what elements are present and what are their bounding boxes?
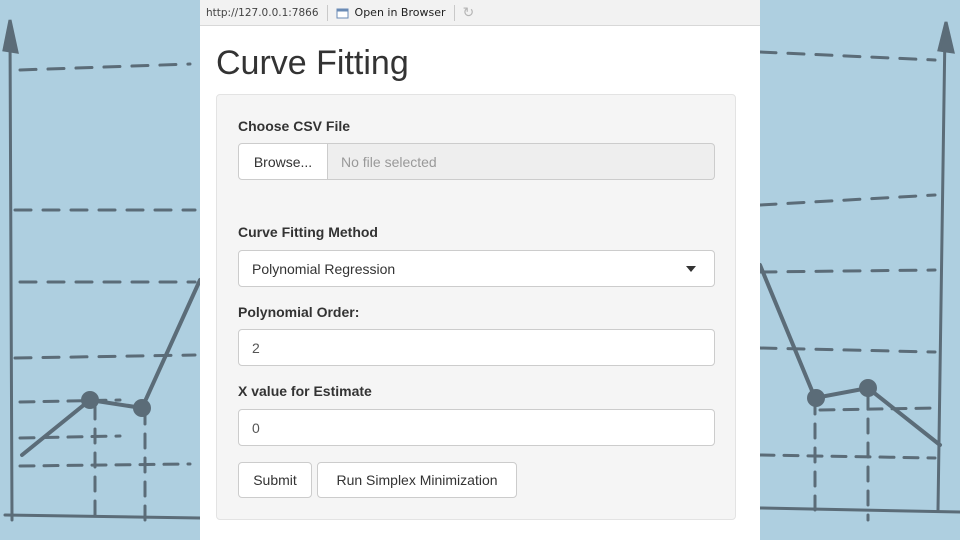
method-select-value: Polynomial Regression <box>252 260 396 277</box>
browser-toolbar: http://127.0.0.1:7866 Open in Browser ↻ <box>200 0 760 26</box>
page-title: Curve Fitting <box>216 44 409 82</box>
decorative-sketch-left <box>2 19 200 522</box>
open-in-browser-button[interactable]: Open in Browser <box>336 6 446 19</box>
browse-button[interactable]: Browse... <box>238 143 328 180</box>
url-text: http://127.0.0.1:7866 <box>206 6 319 19</box>
csv-file-label: Choose CSV File <box>238 118 351 134</box>
open-in-browser-label: Open in Browser <box>354 6 446 19</box>
file-input-group: Browse... No file selected <box>238 143 715 180</box>
toolbar-divider-2 <box>453 4 455 21</box>
app-window: http://127.0.0.1:7866 Open in Browser ↻ … <box>200 0 760 540</box>
submit-button[interactable]: Submit <box>238 462 312 498</box>
x-estimate-input[interactable]: 0 <box>238 409 715 446</box>
refresh-icon[interactable]: ↻ <box>463 4 475 21</box>
external-window-icon <box>336 8 349 18</box>
polynomial-order-label: Polynomial Order: <box>238 304 360 320</box>
file-status-field[interactable]: No file selected <box>328 143 715 180</box>
decorative-sketch-right <box>760 21 960 522</box>
toolbar-divider <box>326 4 328 21</box>
x-estimate-label: X value for Estimate <box>238 383 372 399</box>
run-simplex-button[interactable]: Run Simplex Minimization <box>317 462 517 498</box>
polynomial-order-input[interactable]: 2 <box>238 329 715 366</box>
polynomial-order-value: 2 <box>252 339 260 356</box>
x-estimate-value: 0 <box>252 419 260 436</box>
method-label: Curve Fitting Method <box>238 224 378 240</box>
caret-down-icon <box>686 266 696 272</box>
method-select[interactable]: Polynomial Regression <box>238 250 715 287</box>
form-panel: Choose CSV File Browse... No file select… <box>216 94 736 520</box>
